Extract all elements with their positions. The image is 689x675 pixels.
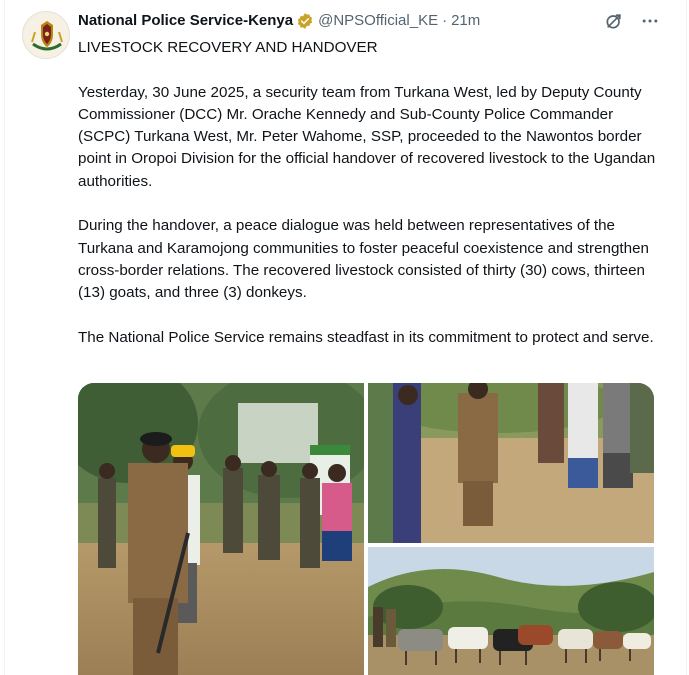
grok-icon[interactable] [603,10,625,32]
post-header: National Police Service-Kenya @NPSOffici… [78,11,480,31]
separator-dot: · [442,12,448,29]
post-actions [603,10,661,32]
post-headline: LIVESTOCK RECOVERY AND HANDOVER [78,39,378,56]
verified-badge-icon [297,13,313,29]
post-paragraph: Yesterday, 30 June 2025, a security team… [78,83,656,190]
media-grid [78,383,654,675]
photo-livestock-herd[interactable] [368,547,654,675]
photo-officers-standing[interactable] [368,383,654,543]
photo-officials-speaking[interactable] [78,383,364,675]
profile-avatar[interactable] [22,11,70,59]
police-crest-icon [24,13,69,58]
post-text: LIVESTOCK RECOVERY AND HANDOVER Yesterda… [78,37,658,371]
post-time[interactable]: 21m [451,11,480,31]
author-name[interactable]: National Police Service-Kenya [78,11,293,31]
post-paragraph: During the handover, a peace dialogue wa… [78,217,649,302]
author-handle[interactable]: @NPSOfficial_KE [318,11,438,31]
post-paragraph: The National Police Service remains stea… [78,328,654,346]
more-options-icon[interactable] [639,10,661,32]
